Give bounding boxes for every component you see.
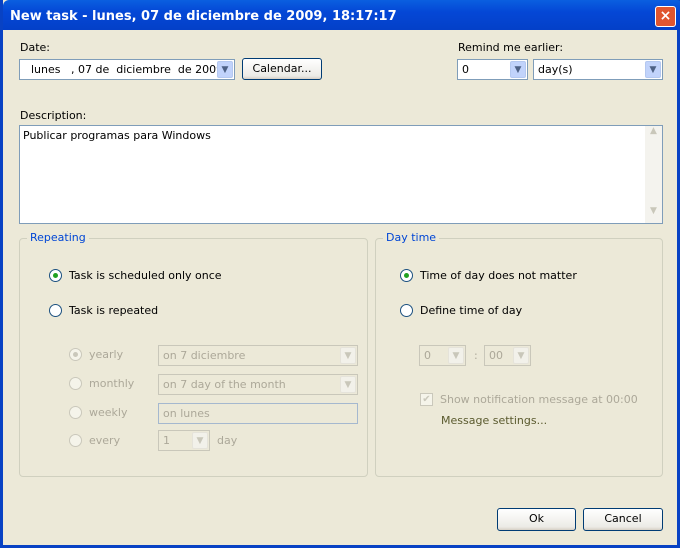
remind-amount-select[interactable]: 0 ▼	[457, 59, 528, 80]
no-matter-label: Time of day does not matter	[420, 269, 577, 282]
daytime-legend: Day time	[383, 231, 440, 244]
chevron-down-icon[interactable]: ▼	[513, 347, 529, 364]
weekly-value: on lunes	[163, 407, 210, 420]
once-label: Task is scheduled only once	[69, 269, 222, 282]
chevron-down-icon[interactable]: ▼	[217, 61, 233, 78]
repeated-label: Task is repeated	[69, 304, 159, 317]
chevron-down-icon[interactable]: ▼	[340, 347, 356, 364]
monthly-value: on 7 day of the month	[163, 378, 286, 391]
remind-unit-select[interactable]: day(s) ▼	[533, 59, 663, 80]
yearly-radio[interactable]	[69, 348, 82, 361]
every-radio[interactable]	[69, 434, 82, 447]
every-unit: day	[217, 434, 238, 447]
new-task-dialog: New task - lunes, 07 de diciembre de 200…	[0, 0, 680, 548]
notify-label: Show notification message at 00:00	[440, 393, 638, 406]
chevron-down-icon[interactable]: ▼	[192, 432, 208, 449]
scrollbar[interactable]: ▲ ▼	[645, 126, 662, 223]
every-value: 1	[163, 434, 170, 447]
define-time-radio[interactable]	[400, 304, 413, 317]
every-label: every	[89, 434, 121, 447]
define-time-label: Define time of day	[420, 304, 523, 317]
no-matter-radio[interactable]	[400, 269, 413, 282]
yearly-label: yearly	[89, 348, 124, 361]
chevron-down-icon[interactable]: ▼	[645, 61, 661, 78]
description-label: Description:	[20, 109, 87, 122]
time-separator: :	[474, 349, 478, 362]
repeated-radio[interactable]	[49, 304, 62, 317]
date-value: lunes , 07 de diciembre de 2009	[24, 63, 224, 76]
weekly-input[interactable]: on lunes	[158, 403, 358, 424]
description-textarea[interactable]: Publicar programas para Windows ▲ ▼	[19, 125, 663, 224]
notify-checkbox[interactable]: ✔	[420, 393, 433, 406]
date-label: Date:	[20, 41, 50, 54]
remind-amount-value: 0	[462, 63, 469, 76]
chevron-down-icon[interactable]: ▼	[510, 61, 526, 78]
close-icon: ×	[659, 8, 672, 24]
chevron-down-icon[interactable]: ▼	[448, 347, 464, 364]
minute-value: 00	[489, 349, 503, 362]
yearly-select[interactable]: on 7 diciembre ▼	[158, 345, 358, 366]
hour-value: 0	[424, 349, 431, 362]
ok-button[interactable]: Ok	[497, 508, 576, 531]
window-title: New task - lunes, 07 de diciembre de 200…	[10, 9, 397, 24]
monthly-radio[interactable]	[69, 377, 82, 390]
remind-label: Remind me earlier:	[458, 41, 564, 54]
monthly-label: monthly	[89, 377, 135, 390]
yearly-value: on 7 diciembre	[163, 349, 246, 362]
monthly-select[interactable]: on 7 day of the month ▼	[158, 374, 358, 395]
description-text: Publicar programas para Windows	[23, 129, 211, 142]
repeating-legend: Repeating	[27, 231, 89, 244]
every-select[interactable]: 1 ▼	[158, 430, 210, 451]
title-bar: New task - lunes, 07 de diciembre de 200…	[3, 0, 680, 30]
weekly-radio[interactable]	[69, 406, 82, 419]
chevron-down-icon[interactable]: ▼	[340, 376, 356, 393]
message-settings-link[interactable]: Message settings...	[441, 414, 547, 427]
weekly-label: weekly	[89, 406, 128, 419]
remind-unit-value: day(s)	[538, 63, 573, 76]
once-radio[interactable]	[49, 269, 62, 282]
close-button[interactable]: ×	[655, 6, 676, 27]
hour-select[interactable]: 0 ▼	[419, 345, 466, 366]
scroll-down-icon[interactable]: ▼	[645, 206, 662, 223]
calendar-button[interactable]: Calendar...	[242, 58, 322, 80]
date-picker[interactable]: lunes , 07 de diciembre de 2009 ▼	[19, 59, 235, 80]
cancel-button[interactable]: Cancel	[583, 508, 663, 531]
scroll-up-icon[interactable]: ▲	[645, 126, 662, 143]
minute-select[interactable]: 00 ▼	[484, 345, 531, 366]
